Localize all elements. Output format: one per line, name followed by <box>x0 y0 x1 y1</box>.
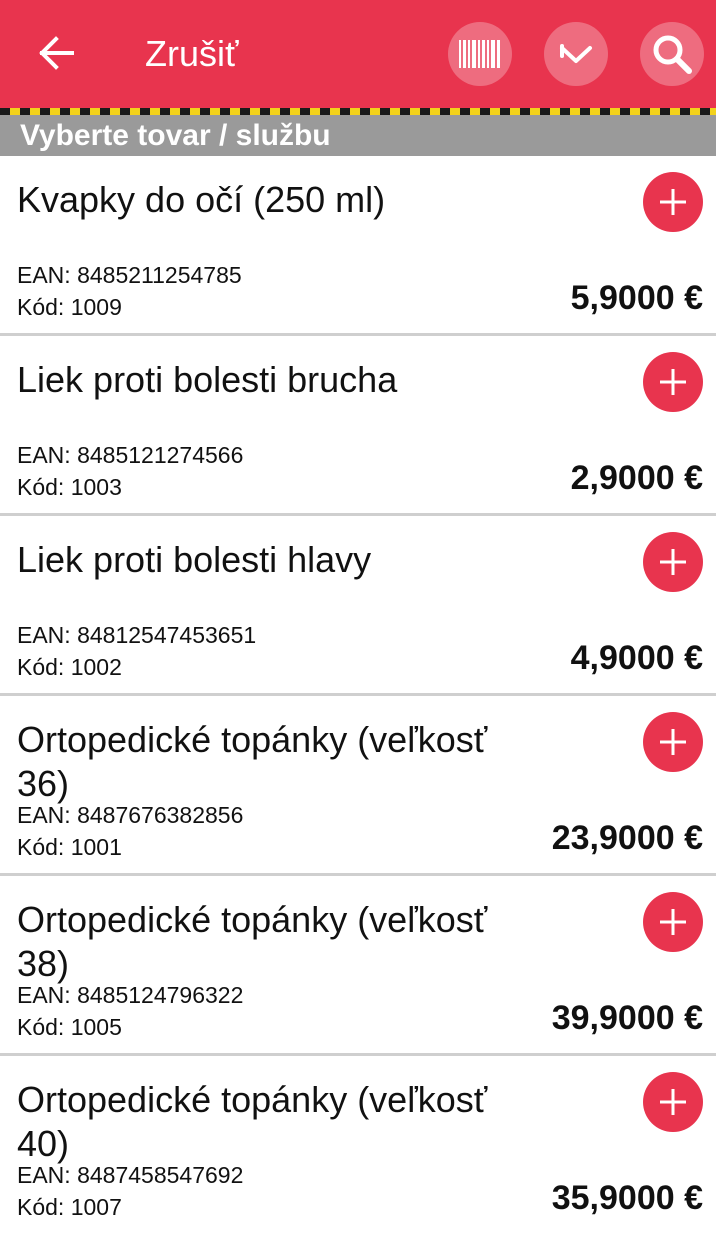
chevron-down-icon <box>560 44 592 63</box>
product-price: 39,9000 € <box>551 999 703 1037</box>
product-name: Ortopedické topánky (veľkosť 36) <box>17 719 488 804</box>
back-button[interactable] <box>34 30 78 76</box>
add-product-button[interactable] <box>643 532 703 592</box>
product-ean: EAN: 8487458547692 <box>17 1162 244 1188</box>
arrow-left-icon <box>39 36 74 70</box>
add-product-button[interactable] <box>643 352 703 412</box>
product-name: Ortopedické topánky (veľkosť 38) <box>17 899 488 984</box>
add-product-button[interactable] <box>643 712 703 772</box>
product-price: 23,9000 € <box>551 819 703 857</box>
app-bar: Zrušiť <box>0 0 716 108</box>
product-code: Kód: 1009 <box>17 294 122 320</box>
product-ean: EAN: 84812547453651 <box>17 622 257 648</box>
product-name: Liek proti bolesti hlavy <box>17 539 372 580</box>
product-meta: EAN: 8487458547692 Kód: 1007 <box>17 1159 243 1223</box>
plus-icon <box>660 1089 686 1115</box>
expand-button[interactable] <box>544 22 608 86</box>
product-name: Kvapky do očí (250 ml) <box>17 179 386 220</box>
product-ean: EAN: 8485211254785 <box>17 262 242 288</box>
list-item[interactable]: Liek proti bolesti hlavy EAN: 8481254745… <box>0 516 716 696</box>
search-button[interactable] <box>640 22 704 86</box>
plus-icon <box>660 189 686 215</box>
plus-icon <box>660 729 686 755</box>
list-item[interactable]: Liek proti bolesti brucha EAN: 848512127… <box>0 336 716 516</box>
product-price: 2,9000 € <box>570 459 703 497</box>
product-ean: EAN: 8485124796322 <box>17 982 244 1008</box>
product-code: Kód: 1001 <box>17 834 122 860</box>
product-code: Kód: 1003 <box>17 474 122 500</box>
product-code: Kód: 1002 <box>17 654 122 680</box>
product-code: Kód: 1007 <box>17 1194 122 1220</box>
product-meta: EAN: 8485211254785 Kód: 1009 <box>17 259 242 323</box>
add-product-button[interactable] <box>643 892 703 952</box>
plus-icon <box>660 909 686 935</box>
add-product-button[interactable] <box>643 172 703 232</box>
product-price: 4,9000 € <box>570 639 703 677</box>
list-item[interactable]: Ortopedické topánky (veľkosť 38) EAN: 84… <box>0 876 716 1056</box>
product-meta: EAN: 8485124796322 Kód: 1005 <box>17 979 243 1043</box>
search-icon <box>653 35 692 74</box>
product-name: Liek proti bolesti brucha <box>17 359 398 400</box>
product-name: Ortopedické topánky (veľkosť 40) <box>17 1079 488 1164</box>
add-product-button[interactable] <box>643 1072 703 1132</box>
section-header: Vyberte tovar / službu <box>0 115 716 156</box>
product-price: 35,9000 € <box>551 1179 703 1217</box>
barcode-scan-button[interactable] <box>448 22 512 86</box>
list-item[interactable]: Ortopedické topánky (veľkosť 36) EAN: 84… <box>0 696 716 876</box>
list-item[interactable]: Ortopedické topánky (veľkosť 40) EAN: 84… <box>0 1056 716 1233</box>
product-meta: EAN: 8485121274566 Kód: 1003 <box>17 439 243 503</box>
decorative-strip <box>0 108 716 115</box>
list-item[interactable]: Kvapky do očí (250 ml) EAN: 848521125478… <box>0 156 716 336</box>
cancel-button[interactable]: Zrušiť <box>145 33 239 75</box>
product-price: 5,9000 € <box>570 279 703 317</box>
product-ean: EAN: 8487676382856 <box>17 802 244 828</box>
barcode-icon <box>459 40 500 68</box>
product-ean: EAN: 8485121274566 <box>17 442 244 468</box>
section-title: Vyberte tovar / službu <box>20 119 331 152</box>
plus-icon <box>660 369 686 395</box>
product-meta: EAN: 8487676382856 Kód: 1001 <box>17 799 243 863</box>
product-meta: EAN: 84812547453651 Kód: 1002 <box>17 619 256 683</box>
plus-icon <box>660 549 686 575</box>
product-code: Kód: 1005 <box>17 1014 122 1040</box>
product-list: Kvapky do očí (250 ml) EAN: 848521125478… <box>0 156 716 1233</box>
